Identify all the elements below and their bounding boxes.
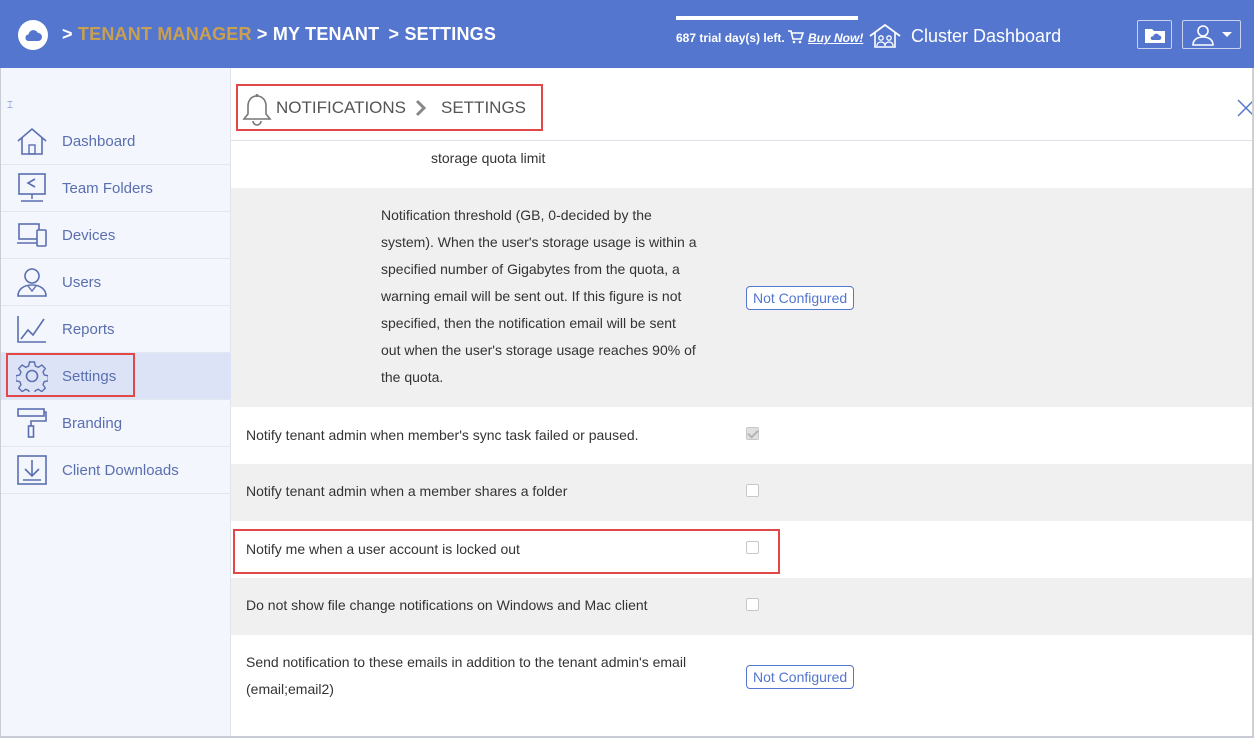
sidebar: ⌶ Dashboard Team Folders Devices Users R… bbox=[0, 68, 231, 738]
share-folder-checkbox[interactable] bbox=[746, 484, 759, 497]
threshold-description-line: specified number of Gigabytes from the q… bbox=[381, 261, 680, 277]
sidebar-item-label: Users bbox=[62, 273, 102, 291]
chevron-down-icon bbox=[1221, 31, 1232, 37]
settings-row-sync-failed: Notify tenant admin when member's sync t… bbox=[231, 407, 1254, 464]
sidebar-item-label: Team Folders bbox=[62, 179, 153, 197]
highlight-box-settings bbox=[6, 353, 135, 397]
sidebar-nav: Dashboard Team Folders Devices Users Rep… bbox=[1, 118, 231, 494]
threshold-description-line: warning email will be sent out. If this … bbox=[381, 288, 682, 304]
user-icon bbox=[1191, 24, 1214, 46]
threshold-not-configured-button[interactable]: Not Configured bbox=[746, 286, 855, 310]
sidebar-item-reports[interactable]: Reports bbox=[1, 306, 231, 353]
cart-icon[interactable] bbox=[788, 30, 805, 49]
cloud-logo-icon[interactable] bbox=[18, 20, 48, 50]
collapse-sidebar-icon[interactable]: ⌶ bbox=[7, 100, 13, 111]
threshold-description-line: Notification threshold (GB, 0-decided by… bbox=[381, 207, 652, 223]
cluster-house-icon[interactable] bbox=[868, 22, 902, 55]
file-change-checkbox[interactable] bbox=[746, 598, 759, 611]
buy-now-link[interactable]: Buy Now! bbox=[808, 31, 863, 45]
partial-setting-text: storage quota limit bbox=[431, 150, 546, 166]
threshold-description-line: system). When the user's storage usage i… bbox=[381, 234, 697, 250]
sidebar-item-label: Dashboard bbox=[62, 132, 136, 150]
settings-row-share-folder: Notify tenant admin when a member shares… bbox=[231, 464, 1254, 521]
highlight-box-header bbox=[236, 84, 543, 131]
sidebar-item-devices[interactable]: Devices bbox=[1, 212, 231, 259]
breadcrumb-my-tenant[interactable]: MY TENANT bbox=[273, 24, 379, 44]
top-bar: > TENANT MANAGER > MY TENANT > SETTINGS … bbox=[0, 0, 1254, 68]
folder-cloud-icon bbox=[1144, 28, 1165, 43]
threshold-description-line: out when the user's storage usage reache… bbox=[381, 342, 696, 358]
sidebar-item-dashboard[interactable]: Dashboard bbox=[1, 118, 231, 165]
settings-content: storage quota limit Notification thresho… bbox=[231, 141, 1254, 738]
extra-emails-label-line: (email;email2) bbox=[246, 681, 334, 697]
trial-progress-bar bbox=[676, 16, 858, 20]
extra-emails-label: Send notification to these emails in add… bbox=[246, 649, 686, 703]
breadcrumb-settings: SETTINGS bbox=[404, 24, 497, 44]
breadcrumb-separator: > bbox=[388, 24, 400, 44]
settings-row: storage quota limit bbox=[231, 141, 1254, 188]
threshold-description: Notification threshold (GB, 0-decided by… bbox=[381, 202, 696, 391]
sidebar-item-label: Branding bbox=[62, 414, 123, 432]
highlight-box-locked-out bbox=[233, 529, 780, 574]
user-menu-button[interactable] bbox=[1182, 20, 1241, 49]
breadcrumb: > TENANT MANAGER > MY TENANT > SETTINGS bbox=[62, 24, 496, 45]
breadcrumb-tenant-manager[interactable]: TENANT MANAGER bbox=[78, 24, 252, 44]
sidebar-item-label: Reports bbox=[62, 320, 115, 338]
devices-icon bbox=[15, 218, 49, 252]
download-icon bbox=[15, 453, 49, 487]
sidebar-item-label: Client Downloads bbox=[62, 461, 179, 479]
sidebar-item-branding[interactable]: Branding bbox=[1, 400, 231, 447]
threshold-description-line: specified, then the notification email w… bbox=[381, 315, 676, 331]
sidebar-item-client-downloads[interactable]: Client Downloads bbox=[1, 447, 231, 494]
trial-days-text: 687 trial day(s) left. bbox=[676, 31, 785, 45]
share-folder-label: Notify tenant admin when a member shares… bbox=[246, 483, 568, 499]
extra-emails-not-configured-button[interactable]: Not Configured bbox=[746, 665, 855, 689]
sidebar-item-users[interactable]: Users bbox=[1, 259, 231, 306]
sync-failed-checkbox[interactable] bbox=[746, 427, 759, 440]
team-folder-icon bbox=[15, 171, 49, 205]
paint-roller-icon bbox=[15, 406, 49, 440]
settings-row-extra-emails: Send notification to these emails in add… bbox=[231, 635, 1254, 738]
sync-failed-label: Notify tenant admin when member's sync t… bbox=[246, 427, 639, 443]
breadcrumb-separator: > bbox=[62, 24, 73, 44]
threshold-description-line: the quota. bbox=[381, 369, 444, 385]
cluster-dashboard-link[interactable]: Cluster Dashboard bbox=[911, 26, 1061, 47]
chart-icon bbox=[15, 312, 49, 346]
sidebar-item-label: Devices bbox=[62, 226, 116, 244]
extra-emails-label-line: Send notification to these emails in add… bbox=[246, 654, 687, 670]
settings-row-threshold: Notification threshold (GB, 0-decided by… bbox=[231, 188, 1254, 407]
home-icon bbox=[15, 124, 49, 158]
folder-cloud-button[interactable] bbox=[1137, 20, 1172, 49]
file-change-label: Do not show file change notifications on… bbox=[246, 597, 648, 613]
breadcrumb-separator: > bbox=[256, 24, 268, 44]
settings-row-file-change: Do not show file change notifications on… bbox=[231, 578, 1254, 635]
sidebar-item-team-folders[interactable]: Team Folders bbox=[1, 165, 231, 212]
user-icon bbox=[15, 265, 49, 299]
